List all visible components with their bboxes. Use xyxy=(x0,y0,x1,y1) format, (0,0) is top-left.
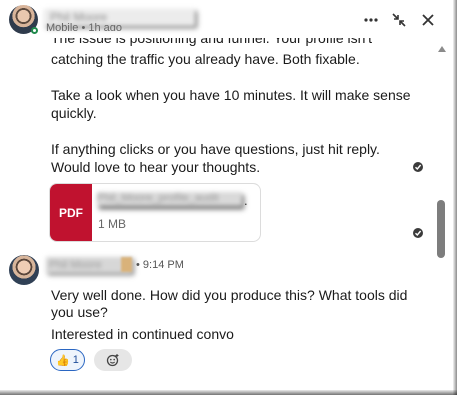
conversation-header: Phil Moore xyxy=(0,0,452,38)
message-line: quickly. xyxy=(51,105,97,121)
reply-line: you use? xyxy=(51,304,108,320)
sender-avatar[interactable] xyxy=(9,255,39,285)
attachment-file-size: 1 MB xyxy=(98,217,127,231)
thumbs-up-icon: 👍 xyxy=(56,354,70,367)
message-timestamp: • 9:14 PM xyxy=(136,259,184,271)
read-receipt-icon xyxy=(413,162,423,172)
reply-line: Interested in continued convo xyxy=(51,326,234,342)
sender-name[interactable]: Phil Moore xyxy=(46,257,132,273)
reply-line: Very well done. How did you produce this… xyxy=(51,287,408,303)
attachment-file-name: Phil_Moore_profile_audit xyxy=(97,192,242,206)
message-panel: Phil Moore The issue is positioning and … xyxy=(0,0,452,389)
window-shadow xyxy=(0,390,457,395)
message-line: Would love to hear your thoughts. xyxy=(51,159,261,175)
message-line: Take a look when you have 10 minutes. It… xyxy=(51,87,411,103)
scroll-up-arrow-icon[interactable] xyxy=(438,46,446,52)
window-shadow xyxy=(453,0,457,395)
message-line: If anything clicks or you have questions… xyxy=(51,141,380,157)
online-status-icon xyxy=(31,27,38,34)
pdf-file-icon: PDF xyxy=(50,184,92,241)
reaction-thumbs-up[interactable]: 👍 1 xyxy=(50,349,85,371)
read-receipt-icon xyxy=(413,228,423,238)
scrollbar-thumb[interactable] xyxy=(437,200,445,258)
contact-status: Mobile • 1h ago xyxy=(46,22,123,31)
add-reaction-button[interactable] xyxy=(94,349,132,371)
more-options-button[interactable] xyxy=(360,9,382,31)
ellipsis-icon xyxy=(364,18,378,22)
close-button[interactable] xyxy=(417,9,439,31)
collapse-icon xyxy=(392,13,406,27)
reaction-count: 1 xyxy=(72,354,79,366)
attachment-file-suffix: . xyxy=(244,193,248,208)
minimize-button[interactable] xyxy=(388,9,410,31)
premium-badge-icon xyxy=(121,257,132,272)
add-emoji-icon xyxy=(106,354,119,367)
pdf-attachment[interactable]: PDF Phil_Moore_profile_audit . 1 MB xyxy=(49,183,261,242)
scrollbar[interactable] xyxy=(436,46,448,384)
message-line: catching the traffic you already have. B… xyxy=(51,51,360,67)
close-icon xyxy=(422,14,434,26)
